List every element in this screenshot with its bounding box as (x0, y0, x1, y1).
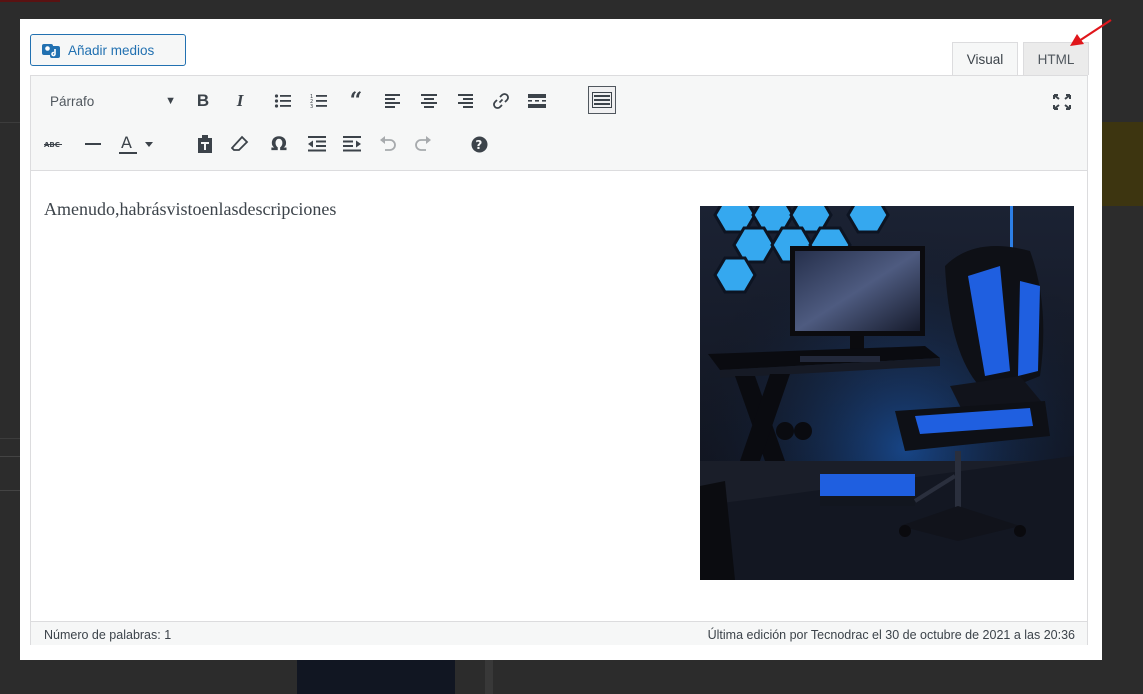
add-media-button[interactable]: Añadir medios (30, 34, 186, 66)
keyboard-icon (592, 92, 612, 108)
clipboard-icon (198, 135, 212, 153)
read-more-icon (528, 94, 546, 108)
fullscreen-button[interactable] (1048, 88, 1076, 116)
numbered-list-button[interactable]: 1 2 3 (305, 87, 333, 115)
editor-toolbar: Párrafo ▼ B I 1 2 3 “ A Ω ? (31, 76, 1087, 171)
red-arrow-annotation (1070, 19, 1112, 46)
format-select-value: Párrafo (50, 93, 95, 109)
bulleted-list-button[interactable] (269, 87, 297, 115)
background-ad-badge (1102, 122, 1143, 206)
increase-indent-button[interactable] (338, 130, 366, 158)
align-center-icon (421, 94, 437, 108)
background-divider (0, 122, 22, 123)
outdent-icon (308, 136, 326, 152)
help-button[interactable]: ? (465, 130, 493, 158)
text-color-icon: A (119, 133, 153, 154)
bold-icon: B (196, 91, 210, 110)
bold-button[interactable]: B (189, 87, 217, 115)
indent-icon (343, 136, 361, 152)
align-left-icon (385, 94, 400, 108)
background-text-fragment (0, 314, 20, 328)
format-select[interactable]: Párrafo ▼ (40, 88, 182, 114)
blockquote-button[interactable]: “ (342, 87, 370, 115)
add-media-label: Añadir medios (68, 42, 155, 58)
italic-button[interactable]: I (226, 87, 254, 115)
status-bar: Número de palabras: 1 Última edición por… (31, 621, 1087, 645)
paste-as-text-button[interactable] (191, 130, 219, 158)
horizontal-line-button[interactable] (79, 130, 107, 158)
align-right-icon (458, 94, 473, 108)
word-count: Número de palabras: 1 (44, 628, 172, 642)
fullscreen-icon (1053, 94, 1071, 110)
background-divider (0, 456, 22, 457)
undo-button[interactable] (374, 130, 402, 158)
insert-link-button[interactable] (487, 87, 515, 115)
media-icon (42, 44, 60, 58)
align-center-button[interactable] (415, 87, 443, 115)
redo-icon (415, 136, 431, 151)
italic-icon: I (236, 91, 244, 110)
svg-text:A: A (121, 133, 132, 152)
strikethrough-button[interactable]: ABC (40, 130, 68, 158)
background-thumbnail (297, 660, 455, 694)
last-edit-info: Última edición por Tecnodrac el 30 de oc… (707, 628, 1075, 642)
special-character-button[interactable]: Ω (265, 130, 293, 158)
toolbar-toggle-button[interactable] (588, 86, 616, 114)
gaming-setup-image[interactable] (700, 206, 1074, 580)
link-icon (493, 93, 509, 109)
omega-icon: Ω (270, 133, 288, 155)
horizontal-line-icon (85, 143, 101, 145)
editor-text: Amenudo,habrásvistoenlasdescripciones (44, 199, 337, 219)
eraser-icon (231, 135, 249, 151)
editor-panel: Añadir medios Visual HTML Párrafo ▼ B I (20, 19, 1112, 660)
align-right-button[interactable] (451, 87, 479, 115)
svg-text:3: 3 (310, 104, 313, 109)
quote-icon: “ (349, 88, 363, 114)
undo-icon (380, 136, 396, 151)
svg-text:?: ? (475, 138, 482, 152)
background-divider (0, 490, 22, 491)
numbered-list-icon: 1 2 3 (310, 94, 327, 109)
background-divider (0, 438, 22, 439)
bulleted-list-icon (274, 94, 291, 108)
strikethrough-icon: ABC (44, 141, 62, 149)
editor-frame: Párrafo ▼ B I 1 2 3 “ A Ω ? Amenudo,habr… (30, 75, 1088, 645)
clear-formatting-button[interactable] (226, 130, 254, 158)
align-left-button[interactable] (379, 87, 407, 115)
background-block (485, 660, 493, 694)
editor-content-area[interactable]: Amenudo,habrásvistoenlasdescripciones (31, 171, 1087, 589)
read-more-button[interactable] (523, 87, 551, 115)
redo-button[interactable] (409, 130, 437, 158)
chevron-down-icon: ▼ (165, 95, 176, 107)
text-color-button[interactable]: A (115, 130, 157, 158)
decrease-indent-button[interactable] (303, 130, 331, 158)
tab-visual[interactable]: Visual (952, 42, 1018, 75)
help-icon: ? (471, 136, 487, 152)
